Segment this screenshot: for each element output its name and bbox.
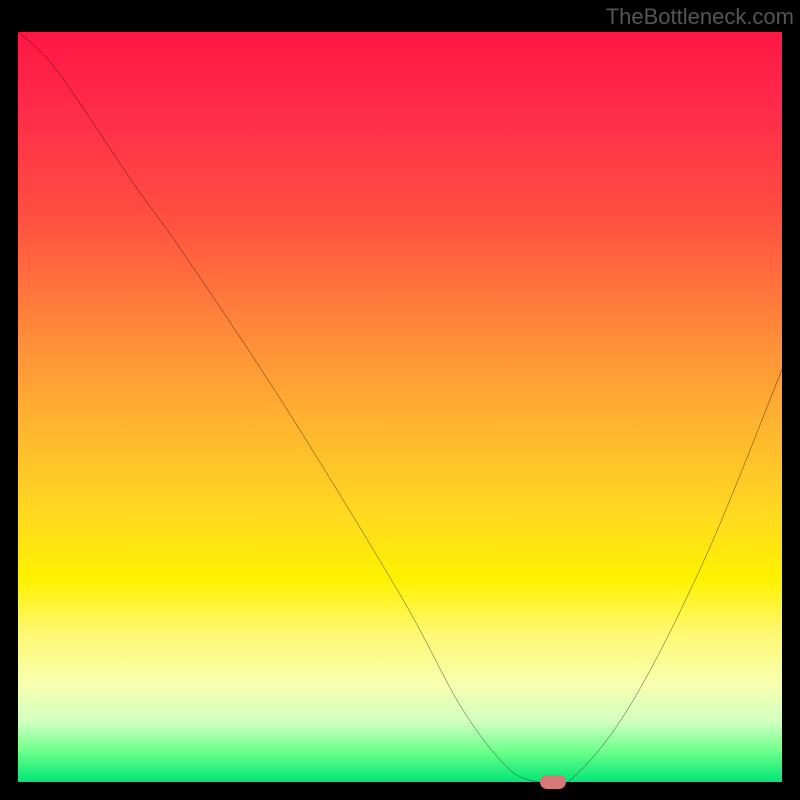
- optimal-point-marker: [540, 775, 566, 789]
- watermark-text: TheBottleneck.com: [606, 4, 794, 30]
- bottleneck-curve: [18, 32, 782, 782]
